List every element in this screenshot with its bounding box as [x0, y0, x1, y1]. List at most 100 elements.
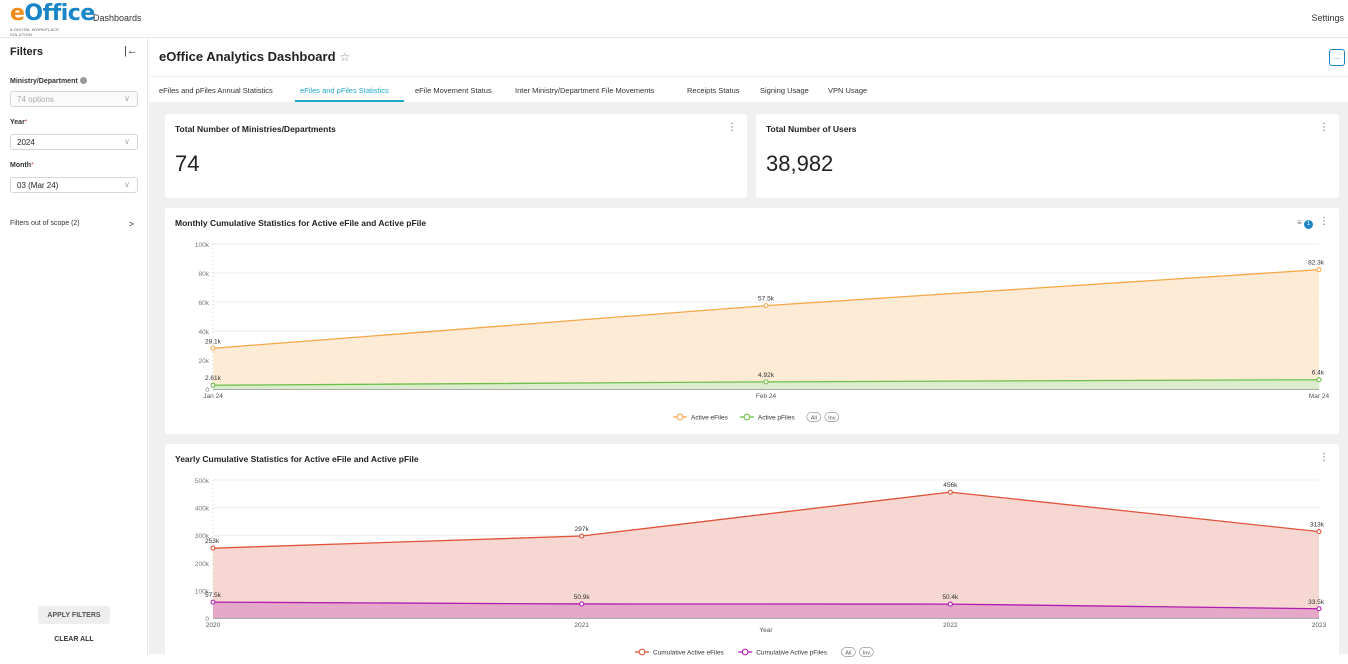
filter-icon: ≡: [1297, 218, 1302, 227]
legend-toggle-label: Inv: [828, 415, 836, 421]
y-tick-label: 100k: [195, 242, 210, 249]
main-area: eOffice Analytics Dashboard ☆ ... eFiles …: [149, 38, 1348, 664]
year-label-text: Year: [10, 119, 25, 126]
chevron-down-icon: ∨: [124, 180, 130, 189]
legend-toggle-label: All: [811, 415, 817, 421]
clear-all-button[interactable]: CLEAR ALL: [38, 636, 110, 643]
users-kpi-value: 38,982: [766, 151, 834, 176]
ministry-placeholder: 74 options: [17, 95, 54, 104]
dashboard-title-text: eOffice Analytics Dashboard: [159, 49, 336, 64]
ministry-select[interactable]: 74 options ∨: [10, 91, 138, 107]
y-tick-label: 60k: [199, 300, 210, 307]
x-tick-label: 2023: [1312, 622, 1327, 629]
month-label-text: Month: [10, 162, 31, 169]
filter-count-badge: 1: [1304, 220, 1313, 229]
card-menu-icon[interactable]: ⋮: [727, 122, 737, 133]
y-tick-label: 80k: [199, 271, 210, 278]
logo-tagline: A DIGITAL WORKPLACE SOLUTION: [10, 27, 60, 37]
data-label: 28.1k: [205, 338, 222, 345]
y-tick-label: 400k: [195, 506, 210, 513]
monthly-chart: 020k40k60k80k100k28.1k57.5k82.3k2.61k 4.9…: [195, 242, 1330, 422]
card-menu-icon[interactable]: ⋮: [1319, 452, 1329, 463]
legend-label: Active pFiles: [758, 415, 796, 422]
year-select[interactable]: 2024 ∨: [10, 134, 138, 150]
data-point: [1316, 529, 1322, 535]
scope-text: Filters out of scope (2): [10, 220, 80, 227]
tab-receipts-status[interactable]: Receipts Status: [687, 86, 740, 95]
x-tick-label: 2022: [943, 622, 958, 629]
year-label: Year*: [10, 119, 28, 126]
data-label: 57.5k: [758, 296, 775, 303]
filters-out-of-scope[interactable]: Filters out of scope (2) >: [10, 219, 138, 229]
chevron-right-icon: >: [128, 219, 134, 229]
year-value: 2024: [17, 138, 35, 147]
data-label: 456k: [943, 482, 958, 489]
nav-settings-link[interactable]: Settings: [1311, 13, 1344, 23]
ministries-kpi-title: Total Number of Ministries/Departments: [175, 124, 336, 134]
logo-word: Office: [24, 1, 95, 26]
ministries-kpi-card: Total Number of Ministries/Departments ⋮…: [165, 114, 747, 198]
required-mark: *: [31, 162, 34, 169]
tab-inter-ministry-movements[interactable]: Inter Ministry/Department File Movements: [515, 86, 654, 95]
data-point: [1316, 377, 1322, 383]
data-label: 82.3k: [1308, 260, 1325, 267]
yearly-chart-card: Yearly Cumulative Statistics for Active …: [165, 444, 1339, 664]
y-tick-label: 20k: [199, 358, 210, 365]
ministry-label-text: Ministry/Department: [10, 78, 78, 85]
tab-annual-statistics[interactable]: eFiles and pFiles Annual Statistics: [159, 86, 273, 95]
data-label: 297k: [575, 526, 590, 533]
legend-toggle-label: Inv: [863, 650, 871, 656]
x-tick-label: Mar 24: [1309, 393, 1330, 400]
data-point: [210, 545, 216, 551]
legend-marker: [743, 413, 751, 421]
data-point: [1316, 267, 1322, 273]
data-label: 50.4k: [942, 594, 959, 601]
month-select[interactable]: 03 (Mar 24) ∨: [10, 177, 138, 193]
y-tick-label: 500k: [195, 478, 210, 485]
monthly-chart-card: Monthly Cumulative Statistics for Active…: [165, 208, 1339, 434]
card-menu-icon[interactable]: ⋮: [1319, 216, 1329, 227]
eoffice-logo[interactable]: eOffice A DIGITAL WORKPLACE SOLUTION: [10, 1, 95, 38]
star-icon[interactable]: ☆: [340, 50, 351, 64]
logo-letter-e: e: [10, 1, 25, 26]
tab-bar: eFiles and pFiles Annual Statistics eFil…: [149, 76, 1348, 102]
y-tick-label: 200k: [195, 561, 210, 568]
data-point: [1316, 606, 1322, 612]
collapse-panel-icon[interactable]: |←: [124, 45, 138, 57]
legend-label: Cumulative Active eFiles: [653, 650, 725, 657]
tab-efiles-pfiles-statistics[interactable]: eFiles and pFiles Statistics: [300, 86, 389, 95]
filters-title: Filters: [10, 46, 44, 58]
chart-filter-indicator[interactable]: ≡ 1: [1297, 218, 1313, 229]
tab-signing-usage[interactable]: Signing Usage: [760, 86, 809, 95]
y-tick-label: 40k: [199, 329, 210, 336]
tab-vpn-usage[interactable]: VPN Usage: [828, 86, 867, 95]
month-label: Month*: [10, 162, 34, 169]
card-menu-icon[interactable]: ⋮: [1319, 122, 1329, 133]
data-point: [210, 382, 216, 388]
filters-panel: Filters |← Ministry/Department 74 option…: [0, 38, 148, 654]
dashboard-title: eOffice Analytics Dashboard ☆: [159, 49, 350, 64]
data-label: 2.61k: [205, 375, 222, 382]
dashboard-content: Total Number of Ministries/Departments ⋮…: [149, 102, 1348, 664]
legend-toggle-label: All: [845, 650, 851, 656]
more-options-button[interactable]: ...: [1329, 49, 1345, 66]
users-kpi-title: Total Number of Users: [766, 124, 857, 134]
x-tick-label: 2020: [206, 622, 221, 629]
ministries-kpi-value: 74: [175, 151, 200, 176]
top-bar: eOffice A DIGITAL WORKPLACE SOLUTION Das…: [0, 0, 1348, 38]
series-area-0: [213, 492, 1319, 618]
data-label: 57.5k: [205, 592, 222, 599]
yearly-chart-title: Yearly Cumulative Statistics for Active …: [175, 454, 419, 464]
data-point: [763, 379, 769, 385]
data-point: [579, 533, 585, 539]
nav-dashboards-link[interactable]: Dashboards: [93, 13, 142, 23]
data-point: [947, 601, 953, 607]
data-label: 33.5k: [1308, 599, 1325, 606]
x-tick-label: 2021: [574, 622, 589, 629]
legend-label: Active eFiles: [691, 415, 729, 422]
tab-efile-movement-status[interactable]: eFile Movement Status: [415, 86, 492, 95]
apply-filters-button[interactable]: APPLY FILTERS: [38, 606, 110, 624]
required-mark: *: [24, 119, 28, 126]
data-label: 313k: [1310, 522, 1325, 529]
info-icon[interactable]: [79, 77, 87, 84]
